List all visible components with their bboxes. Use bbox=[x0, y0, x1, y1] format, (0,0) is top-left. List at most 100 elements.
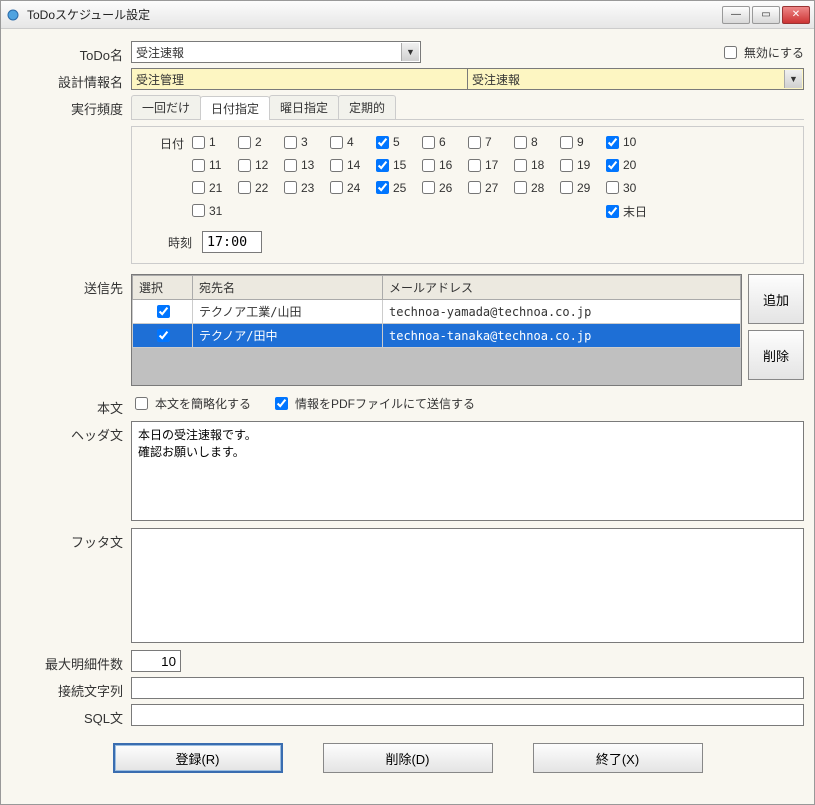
date-checkbox-input-17[interactable] bbox=[468, 159, 481, 172]
date-checkbox-12[interactable]: 12 bbox=[238, 158, 268, 172]
date-checkbox-input-7[interactable] bbox=[468, 136, 481, 149]
date-checkbox-input-2[interactable] bbox=[238, 136, 251, 149]
date-checkbox-input-28[interactable] bbox=[514, 181, 527, 194]
date-checkbox-24[interactable]: 24 bbox=[330, 181, 360, 195]
date-checkbox-input-1[interactable] bbox=[192, 136, 205, 149]
row-select-checkbox[interactable] bbox=[157, 329, 170, 342]
conn-str-input[interactable] bbox=[131, 677, 804, 699]
table-row[interactable]: テクノア/田中technoa-tanaka@technoa.co.jp bbox=[133, 324, 741, 348]
delete-row-button[interactable]: 削除 bbox=[748, 330, 804, 380]
date-checkbox-5[interactable]: 5 bbox=[376, 135, 400, 149]
date-checkbox-input-3[interactable] bbox=[284, 136, 297, 149]
date-checkbox-16[interactable]: 16 bbox=[422, 158, 452, 172]
date-checkbox-10[interactable]: 10 bbox=[606, 135, 636, 149]
date-checkbox-input-26[interactable] bbox=[422, 181, 435, 194]
date-checkbox-input-11[interactable] bbox=[192, 159, 205, 172]
date-checkbox-27[interactable]: 27 bbox=[468, 181, 498, 195]
last-day-checkbox-input[interactable] bbox=[606, 205, 619, 218]
date-checkbox-input-30[interactable] bbox=[606, 181, 619, 194]
date-checkbox-4[interactable]: 4 bbox=[330, 135, 354, 149]
date-checkbox-14[interactable]: 14 bbox=[330, 158, 360, 172]
date-checkbox-input-14[interactable] bbox=[330, 159, 343, 172]
date-checkbox-30[interactable]: 30 bbox=[606, 181, 636, 195]
date-checkbox-input-9[interactable] bbox=[560, 136, 573, 149]
date-checkbox-input-29[interactable] bbox=[560, 181, 573, 194]
date-checkbox-29[interactable]: 29 bbox=[560, 181, 590, 195]
date-checkbox-input-6[interactable] bbox=[422, 136, 435, 149]
design-info-left[interactable]: 受注管理 bbox=[131, 68, 467, 90]
date-checkbox-input-22[interactable] bbox=[238, 181, 251, 194]
date-checkbox-23[interactable]: 23 bbox=[284, 181, 314, 195]
date-checkbox-26[interactable]: 26 bbox=[422, 181, 452, 195]
date-checkbox-8[interactable]: 8 bbox=[514, 135, 538, 149]
date-checkbox-input-12[interactable] bbox=[238, 159, 251, 172]
date-checkbox-22[interactable]: 22 bbox=[238, 181, 268, 195]
date-checkbox-31[interactable]: 31 bbox=[192, 204, 222, 218]
date-checkbox-19[interactable]: 19 bbox=[560, 158, 590, 172]
row-select-checkbox[interactable] bbox=[157, 305, 170, 318]
date-checkbox-3[interactable]: 3 bbox=[284, 135, 308, 149]
date-checkbox-input-23[interactable] bbox=[284, 181, 297, 194]
date-checkbox-input-18[interactable] bbox=[514, 159, 527, 172]
date-checkbox-21[interactable]: 21 bbox=[192, 181, 222, 195]
max-rows-input[interactable] bbox=[131, 650, 181, 672]
time-input[interactable] bbox=[202, 231, 262, 253]
tab-frequency-0[interactable]: 一回だけ bbox=[131, 95, 201, 119]
date-checkbox-input-13[interactable] bbox=[284, 159, 297, 172]
date-checkbox-input-10[interactable] bbox=[606, 136, 619, 149]
row-email: technoa-yamada@technoa.co.jp bbox=[383, 300, 741, 324]
date-checkbox-input-20[interactable] bbox=[606, 159, 619, 172]
date-checkbox-15[interactable]: 15 bbox=[376, 158, 406, 172]
close-button[interactable]: ✕ bbox=[782, 6, 810, 24]
col-name[interactable]: 宛先名 bbox=[193, 276, 383, 300]
date-checkbox-20[interactable]: 20 bbox=[606, 158, 636, 172]
date-checkbox-input-8[interactable] bbox=[514, 136, 527, 149]
tab-frequency-2[interactable]: 曜日指定 bbox=[269, 95, 339, 119]
simplify-checkbox-input[interactable] bbox=[135, 397, 148, 410]
minimize-button[interactable]: — bbox=[722, 6, 750, 24]
date-checkbox-13[interactable]: 13 bbox=[284, 158, 314, 172]
date-checkbox-1[interactable]: 1 bbox=[192, 135, 216, 149]
col-select[interactable]: 選択 bbox=[133, 276, 193, 300]
last-day-checkbox[interactable]: 末日 bbox=[606, 203, 647, 220]
date-checkbox-input-4[interactable] bbox=[330, 136, 343, 149]
date-checkbox-2[interactable]: 2 bbox=[238, 135, 262, 149]
date-checkbox-input-31[interactable] bbox=[192, 204, 205, 217]
tab-frequency-3[interactable]: 定期的 bbox=[338, 95, 396, 119]
design-info-right-combo[interactable]: 受注速報 ▼ bbox=[467, 68, 804, 90]
tab-frequency-1[interactable]: 日付指定 bbox=[200, 96, 270, 120]
footer-textarea[interactable] bbox=[131, 528, 804, 643]
register-button[interactable]: 登録(R) bbox=[113, 743, 283, 773]
table-row[interactable]: テクノア工業/山田technoa-yamada@technoa.co.jp bbox=[133, 300, 741, 324]
date-checkbox-input-21[interactable] bbox=[192, 181, 205, 194]
todo-name-combo[interactable]: 受注速報 ▼ bbox=[131, 41, 421, 63]
date-checkbox-28[interactable]: 28 bbox=[514, 181, 544, 195]
delete-button[interactable]: 削除(D) bbox=[323, 743, 493, 773]
date-checkbox-17[interactable]: 17 bbox=[468, 158, 498, 172]
date-checkbox-9[interactable]: 9 bbox=[560, 135, 584, 149]
maximize-button[interactable]: ▭ bbox=[752, 6, 780, 24]
disable-checkbox[interactable]: 無効にする bbox=[720, 43, 804, 62]
date-number: 26 bbox=[439, 181, 452, 195]
sql-input[interactable] bbox=[131, 704, 804, 726]
date-checkbox-input-5[interactable] bbox=[376, 136, 389, 149]
disable-checkbox-input[interactable] bbox=[724, 46, 737, 59]
date-checkbox-input-15[interactable] bbox=[376, 159, 389, 172]
col-email[interactable]: メールアドレス bbox=[383, 276, 741, 300]
date-checkbox-6[interactable]: 6 bbox=[422, 135, 446, 149]
exit-button[interactable]: 終了(X) bbox=[533, 743, 703, 773]
date-checkbox-input-16[interactable] bbox=[422, 159, 435, 172]
date-checkbox-input-25[interactable] bbox=[376, 181, 389, 194]
date-checkbox-25[interactable]: 25 bbox=[376, 181, 406, 195]
pdf-checkbox-input[interactable] bbox=[275, 397, 288, 410]
simplify-checkbox[interactable]: 本文を簡略化する bbox=[131, 394, 251, 413]
date-checkbox-11[interactable]: 11 bbox=[192, 158, 221, 172]
header-textarea[interactable] bbox=[131, 421, 804, 521]
add-button[interactable]: 追加 bbox=[748, 274, 804, 324]
pdf-checkbox[interactable]: 情報をPDFファイルにて送信する bbox=[271, 394, 475, 413]
date-checkbox-input-27[interactable] bbox=[468, 181, 481, 194]
date-checkbox-18[interactable]: 18 bbox=[514, 158, 544, 172]
date-checkbox-input-24[interactable] bbox=[330, 181, 343, 194]
date-checkbox-input-19[interactable] bbox=[560, 159, 573, 172]
date-checkbox-7[interactable]: 7 bbox=[468, 135, 492, 149]
